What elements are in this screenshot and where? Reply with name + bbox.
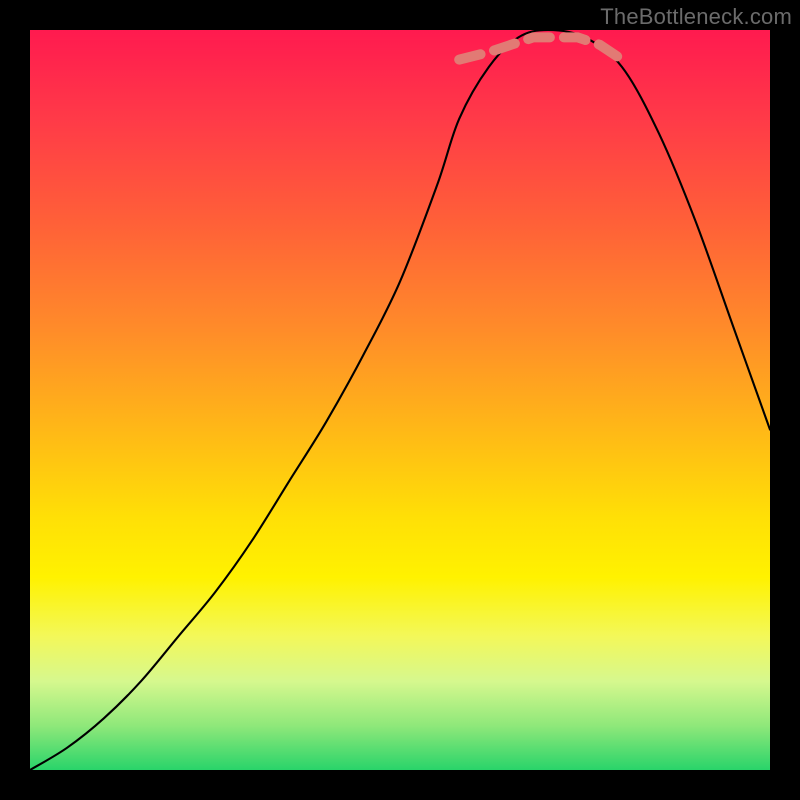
curve-layer xyxy=(30,30,770,770)
optimal-range-markers xyxy=(459,37,622,59)
chart-frame: TheBottleneck.com xyxy=(0,0,800,800)
watermark-text: TheBottleneck.com xyxy=(600,4,792,30)
bottleneck-curve xyxy=(30,30,770,770)
plot-area xyxy=(30,30,770,770)
